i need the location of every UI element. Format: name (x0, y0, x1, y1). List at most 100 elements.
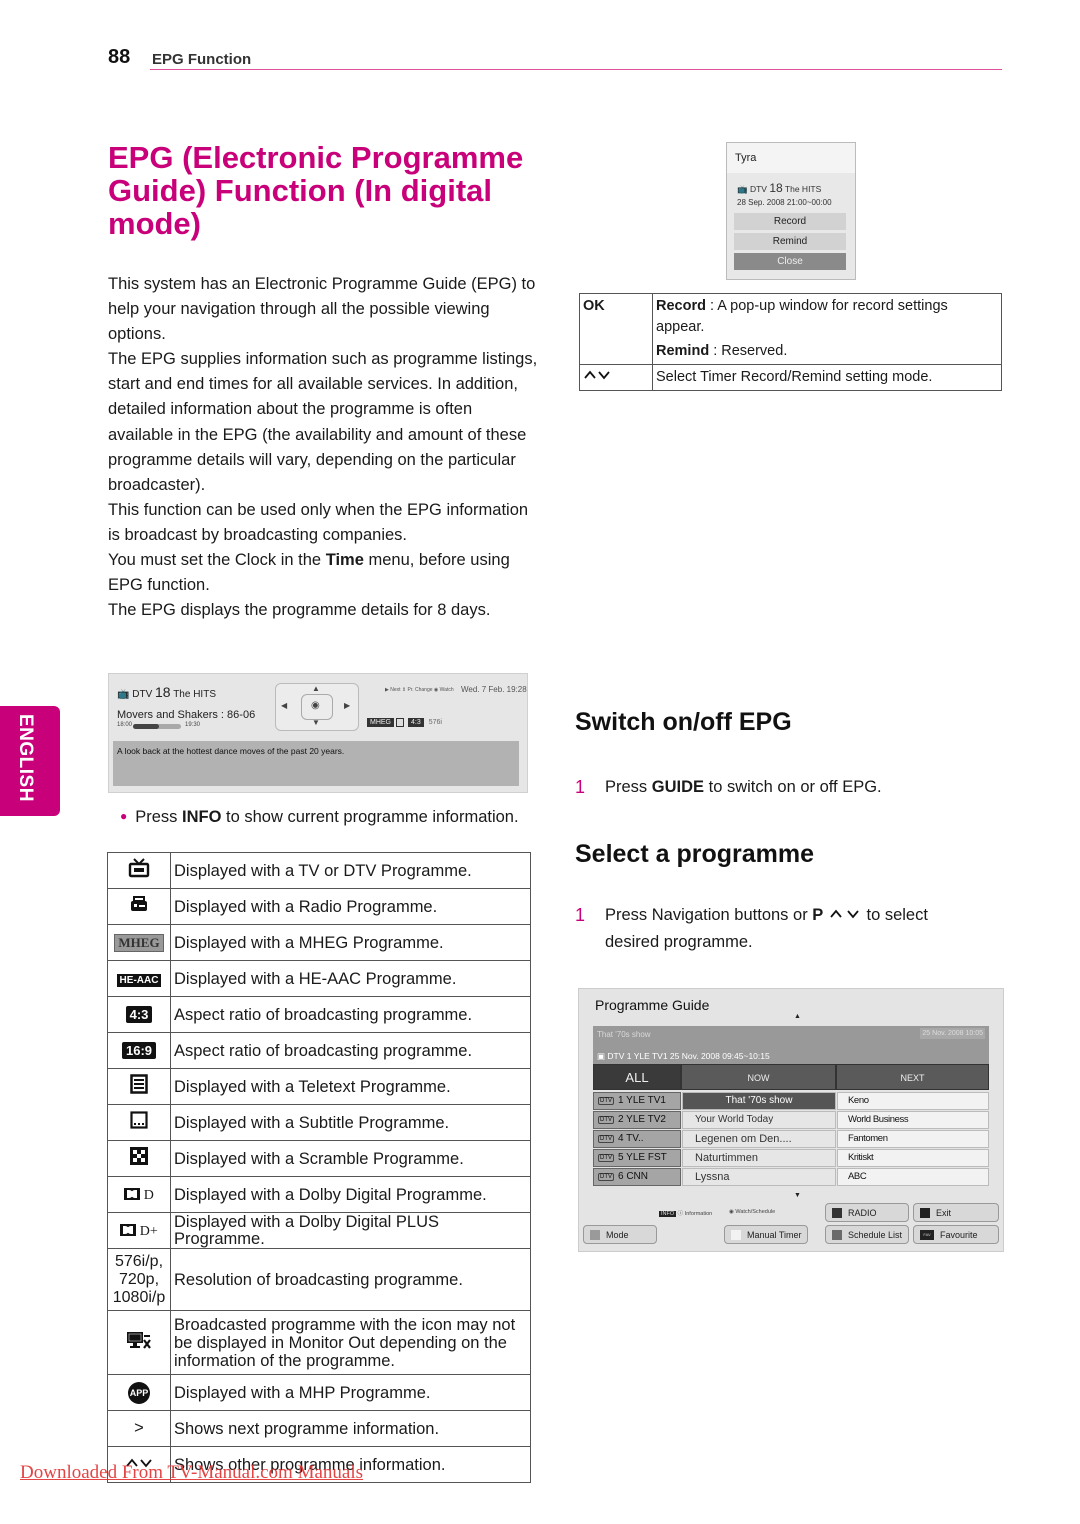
download-source-link[interactable]: Downloaded From TV-Manual.com Manuals (20, 1462, 363, 1484)
table-row: APP Displayed with a MHP Programme. (107, 1374, 531, 1411)
radio-button[interactable]: RADIO (825, 1203, 909, 1222)
next-icon: > (107, 1410, 171, 1447)
row-description: Shows next programme information. (170, 1410, 531, 1447)
aspect-glyph: 16:9 (121, 1042, 157, 1059)
key-ok: OK (579, 293, 653, 365)
channel-number: 18 (155, 684, 171, 700)
select-step: 1 Press Navigation buttons or P to selec… (575, 902, 995, 962)
exit-icon (920, 1208, 930, 1218)
resolution-badge: 576i (428, 719, 442, 726)
up-arrow-icon: ▲ (312, 684, 320, 693)
info-banner-screenshot: 📺 DTV 18 The HITS Movers and Shakers : 8… (108, 673, 528, 793)
tab-all[interactable]: ALL (593, 1064, 681, 1090)
row-description: Displayed with a TV or DTV Programme. (170, 852, 531, 889)
guide-row[interactable]: DTV 4 TV.. Legenen om Den.... Fantomen (593, 1130, 989, 1149)
banner-channel: 📺 DTV 18 The HITS (117, 684, 216, 700)
table-row: 4:3 Aspect ratio of broadcasting program… (107, 996, 531, 1033)
table-row: 16:9 Aspect ratio of broadcasting progra… (107, 1032, 531, 1069)
channel-number: 18 (769, 181, 783, 195)
scroll-up-icon[interactable]: ▲ (794, 1013, 801, 1020)
text: to switch on or off EPG. (704, 778, 882, 796)
row-description: Displayed with a Scramble Programme. (170, 1140, 531, 1177)
key-description: Select Timer Record/Remind setting mode. (652, 364, 1002, 391)
aspect-16-9-icon: 16:9 (107, 1032, 171, 1069)
ok-button-icon: ◉ (301, 694, 333, 720)
next-cell[interactable]: Keno (837, 1092, 989, 1110)
bold-text: GUIDE (651, 778, 705, 796)
guide-row[interactable]: DTV 2 YLE TV2 Your World Today World Busi… (593, 1111, 989, 1130)
next-cell[interactable]: World Business (837, 1111, 989, 1129)
now-cell[interactable]: That '70s show (682, 1092, 836, 1110)
tv-icon: 📺 (117, 689, 130, 700)
mode-button[interactable]: Mode (583, 1225, 657, 1244)
next-cell[interactable]: Fantomen (837, 1130, 989, 1148)
tab-next[interactable]: NEXT (836, 1064, 989, 1090)
table-row: Select Timer Record/Remind setting mode. (579, 364, 1002, 391)
row-description: Displayed with a Dolby Digital PLUS Prog… (170, 1212, 531, 1249)
guide-row[interactable]: DTV 1 YLE TV1 That '70s show Keno (593, 1092, 989, 1111)
row-description: Displayed with a MHEG Programme. (170, 924, 531, 961)
favourite-button[interactable]: FAV Favourite (913, 1225, 999, 1244)
close-button[interactable]: Close (734, 253, 846, 270)
mheg-glyph: MHEG (114, 934, 164, 952)
remind-button[interactable]: Remind (734, 233, 846, 250)
guide-row[interactable]: DTV 6 CNN Lyssna ABC (593, 1168, 989, 1187)
button-label: Mode (606, 1230, 629, 1240)
exit-button[interactable]: Exit (913, 1203, 999, 1222)
switch-step: 1 Press GUIDE to switch on or off EPG. (575, 774, 995, 804)
navigation-pad: ▲ ▼ ◀ ▶ ◉ (275, 683, 359, 731)
bold-text: Time (325, 551, 364, 570)
row-description: Displayed with a Radio Programme. (170, 888, 531, 925)
now-cell[interactable]: Your World Today (682, 1111, 836, 1129)
app-glyph: APP (128, 1381, 150, 1404)
guide-tabs: ALL NOW NEXT (593, 1064, 989, 1090)
key-description: Record : A pop-up window for record sett… (652, 293, 1002, 365)
info-icon: ⓘ (677, 1211, 684, 1217)
intro-text: This system has an Electronic Programme … (108, 272, 538, 623)
table-row: D Displayed with a Dolby Digital Program… (107, 1176, 531, 1213)
teletext-icon (107, 1068, 171, 1105)
ok-glyph-icon: ◉ (311, 700, 320, 711)
popup-channel: 📺 DTV 18 The HITS (737, 181, 821, 195)
programme-guide-screenshot: Programme Guide ▲ That '70s show 25 Nov.… (578, 988, 1004, 1252)
table-row: D+ Displayed with a Dolby Digital PLUS P… (107, 1212, 531, 1249)
now-cell[interactable]: Legenen om Den.... (682, 1130, 836, 1148)
dtv-icon: DTV (598, 1097, 614, 1105)
guide-row[interactable]: DTV 5 YLE FST Naturtimmen Kritiskt (593, 1149, 989, 1168)
record-button[interactable]: Record (734, 213, 846, 230)
button-label: RADIO (848, 1208, 877, 1218)
he-aac-glyph: HE-AAC (116, 974, 162, 987)
guide-info-bar: That '70s show 25 Nov. 2008 10:05 ▣ DTV … (593, 1026, 989, 1064)
manual-timer-button[interactable]: Manual Timer (724, 1225, 808, 1244)
dtv-icon: DTV (598, 1173, 614, 1181)
popup-schedule: 28 Sep. 2008 21:00~00:00 (737, 198, 832, 207)
schedule-list-button[interactable]: Schedule List (825, 1225, 909, 1244)
right-arrow-icon: ▶ (344, 701, 351, 710)
intro-paragraph: This system has an Electronic Programme … (108, 275, 536, 344)
aspect-badge: 4:3 (408, 718, 424, 727)
dolby-digital-plus-icon: D+ (107, 1212, 171, 1249)
next-cell[interactable]: Kritiskt (837, 1149, 989, 1167)
row-description: Broadcasted programme with the icon may … (170, 1310, 531, 1375)
channel-name: 5 YLE FST (618, 1152, 667, 1163)
programme-name: Movers and Shakers : 86-06 (117, 709, 256, 721)
section-label: EPG Function (152, 51, 252, 68)
text: : Reserved. (709, 343, 788, 359)
scroll-down-icon[interactable]: ▼ (794, 1192, 801, 1199)
select-programme-heading: Select a programme (575, 840, 814, 868)
tv-rad-icon (832, 1208, 842, 1218)
bullet-icon: ● (120, 809, 128, 823)
description-line: Remind : Reserved. (656, 341, 998, 362)
row-description: Displayed with a MHP Programme. (170, 1374, 531, 1411)
table-row: Displayed with a Radio Programme. (107, 888, 531, 925)
row-description: Resolution of broadcasting programme. (170, 1248, 531, 1311)
guide-rows: DTV 1 YLE TV1 That '70s show Keno DTV 2 YL… (593, 1092, 989, 1187)
dark-key-icon (832, 1230, 842, 1240)
tab-now[interactable]: NOW (681, 1064, 836, 1090)
now-cell[interactable]: Naturtimmen (682, 1149, 836, 1167)
mhp-app-icon: APP (107, 1374, 171, 1411)
button-label: Exit (936, 1208, 952, 1218)
next-cell[interactable]: ABC (837, 1168, 989, 1186)
now-cell[interactable]: Lyssna (682, 1168, 836, 1186)
dtv-icon: DTV (598, 1135, 614, 1143)
